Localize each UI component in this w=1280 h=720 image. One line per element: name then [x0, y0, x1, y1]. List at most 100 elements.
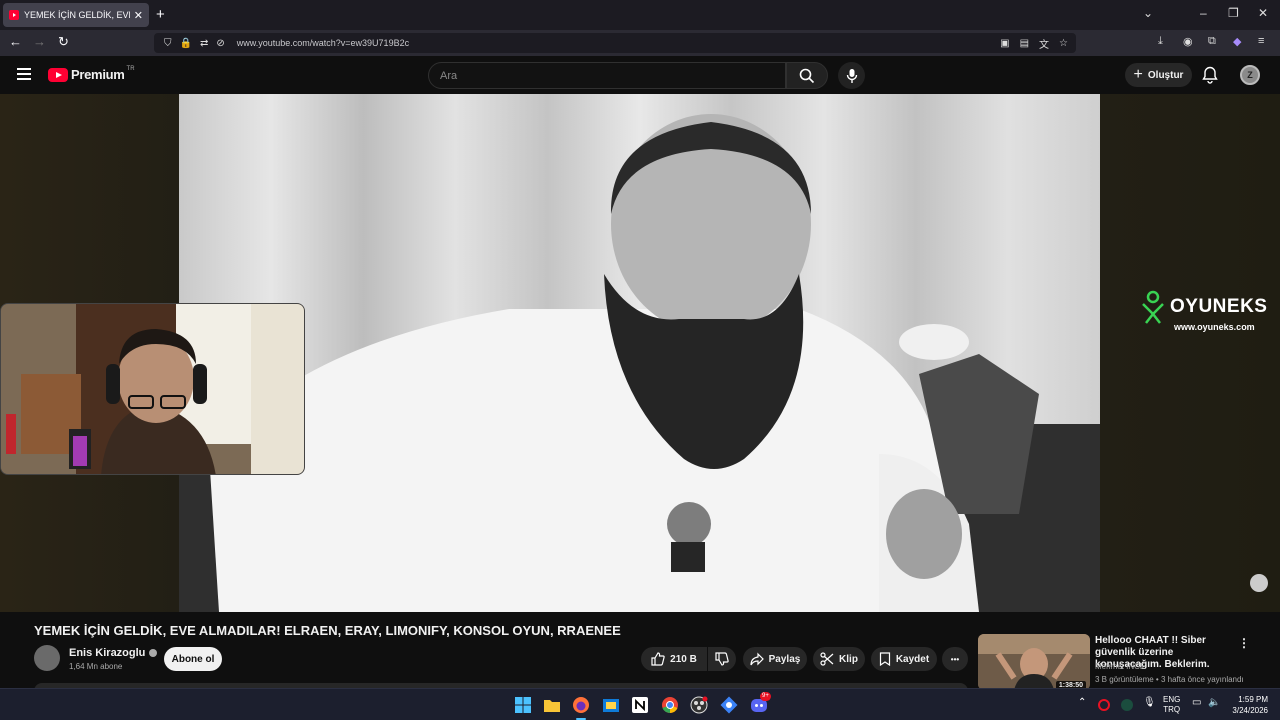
forward-arrow-icon[interactable]: → — [33, 34, 46, 49]
notion-icon[interactable] — [631, 696, 649, 714]
chrome-icon[interactable] — [661, 696, 679, 714]
tab-list-icon[interactable]: ⌄ — [1143, 6, 1153, 20]
recommendation-menu-icon[interactable]: ⋮ — [1238, 636, 1250, 650]
back-arrow-icon[interactable]: ← — [9, 34, 22, 49]
bookmark-icon — [879, 652, 890, 666]
browser-nav-bar: ← → ↻ ⛉ 🔒 ⇄ ⊘ www.youtube.com/watch?v=ew… — [0, 30, 1280, 56]
subscribe-button[interactable]: Abone ol — [164, 647, 222, 671]
more-actions-button[interactable]: ••• — [942, 647, 968, 671]
account-avatar[interactable]: Z — [1240, 65, 1260, 85]
lang-primary: ENG — [1163, 695, 1181, 704]
clock-date: 3/24/2026 — [1232, 706, 1268, 715]
notifications-bell-icon[interactable] — [1202, 66, 1218, 84]
create-button[interactable]: + Oluştur — [1125, 63, 1192, 87]
youtube-header: Premium TR Ara + Oluştur Z — [0, 56, 1280, 94]
region-code: TR — [126, 65, 135, 72]
tracking-off-icon[interactable]: ⊘ — [216, 38, 224, 49]
minimize-button[interactable]: – — [1200, 6, 1207, 20]
obs-icon[interactable] — [690, 696, 708, 714]
channel-name-row[interactable]: Enis Kirazoglu — [69, 647, 158, 659]
reload-icon[interactable]: ↻ — [58, 34, 69, 50]
firefox-icon[interactable] — [572, 696, 590, 714]
network-icon[interactable]: ▭ — [1192, 698, 1201, 708]
tab-close-icon[interactable]: ✕ — [134, 9, 143, 22]
recommendation-meta: 3 B görüntüleme • 3 hafta önce yayınland… — [1095, 675, 1244, 684]
recommendation-channel[interactable]: Mehmet INCE — [1095, 662, 1145, 671]
search-input[interactable]: Ara — [428, 62, 786, 89]
discord-badge: 9+ — [760, 692, 771, 701]
app-menu-icon[interactable]: ≡ — [1258, 35, 1264, 47]
volume-icon[interactable]: 🔈 — [1208, 698, 1220, 708]
translate-icon[interactable]: 文 — [1039, 36, 1049, 51]
share-button[interactable]: Paylaş — [743, 647, 807, 671]
search-icon — [799, 68, 815, 83]
like-button[interactable]: 210 B — [641, 647, 707, 671]
extension-gem-icon[interactable]: ◆ — [1233, 35, 1241, 48]
browser-tab-active[interactable]: YEMEK İÇİN GELDİK, EVE ALMADILAR! ✕ — [3, 3, 149, 27]
scissors-icon — [820, 652, 834, 666]
share-icon — [750, 652, 764, 666]
app-settings-icon[interactable] — [720, 696, 738, 714]
reader-view-icon[interactable]: ▤ — [1020, 38, 1029, 49]
permissions-icon[interactable]: ⇄ — [200, 38, 208, 49]
search-button[interactable] — [786, 62, 828, 89]
windows-taskbar: 9+ ⌃ 🎙 ENG TRQ ▭ 🔈 1:59 PM 3/24/2026 — [0, 688, 1280, 720]
share-label: Paylaş — [768, 653, 801, 665]
bookmark-star-icon[interactable]: ☆ — [1059, 38, 1068, 49]
tray-mic-icon[interactable]: 🎙 — [1143, 698, 1156, 708]
address-bar[interactable]: ⛉ 🔒 ⇄ ⊘ www.youtube.com/watch?v=ew39U719… — [154, 33, 1076, 53]
extensions-icon[interactable]: ⧉ — [1208, 35, 1216, 48]
plus-icon: + — [1133, 66, 1143, 83]
oyuneks-name: OYUNEKS — [1170, 296, 1268, 317]
oyuneks-logo-icon — [1142, 290, 1164, 324]
youtube-favicon-icon — [9, 10, 19, 20]
dislike-button[interactable] — [708, 647, 736, 671]
system-clock[interactable]: 1:59 PM 3/24/2026 — [1228, 694, 1268, 716]
tray-red-app-icon[interactable] — [1098, 699, 1110, 711]
thumbs-down-icon — [715, 652, 729, 666]
recommendation-thumbnail[interactable]: 1:38:50 — [978, 634, 1090, 690]
screenshot-icon[interactable]: ▣ — [1000, 38, 1009, 49]
account-icon[interactable]: ◉ — [1183, 35, 1193, 48]
close-window-button[interactable]: ✕ — [1258, 6, 1268, 20]
webcam-image — [1, 304, 304, 474]
voice-search-button[interactable] — [838, 62, 865, 89]
microphone-icon — [846, 68, 857, 83]
lang-secondary: TRQ — [1163, 705, 1181, 714]
windows-start-icon[interactable] — [514, 696, 532, 714]
youtube-premium-logo[interactable]: Premium TR — [48, 65, 135, 82]
video-player[interactable] — [179, 94, 1100, 612]
channel-avatar[interactable] — [34, 645, 60, 671]
tray-overflow-icon[interactable]: ⌃ — [1078, 698, 1086, 708]
language-indicator[interactable]: ENG TRQ — [1163, 695, 1180, 715]
channel-watermark-avatar[interactable] — [1250, 574, 1268, 592]
oyuneks-brand: OYUNEKS — [1140, 290, 1267, 324]
store-icon[interactable] — [602, 696, 620, 714]
search-placeholder: Ara — [440, 69, 458, 82]
verified-badge-icon — [149, 649, 158, 657]
tray-green-app-icon[interactable] — [1121, 699, 1133, 711]
oyuneks-watermark: OYUNEKS www.oyuneks.com — [1140, 290, 1267, 332]
file-explorer-icon[interactable] — [543, 696, 561, 714]
streamer-webcam-overlay — [0, 303, 305, 475]
lock-icon[interactable]: 🔒 — [180, 38, 192, 49]
restore-button[interactable]: ❐ — [1228, 6, 1239, 20]
subscriber-count: 1,64 Mn abone — [69, 662, 123, 671]
browser-tab-bar: YEMEK İÇİN GELDİK, EVE ALMADILAR! ✕ + ⌄ … — [0, 0, 1280, 30]
url-text[interactable]: www.youtube.com/watch?v=ew39U719B2c — [237, 38, 409, 48]
video-title: YEMEK İÇİN GELDİK, EVE ALMADILAR! ELRAEN… — [34, 623, 621, 638]
clip-button[interactable]: Klip — [813, 647, 865, 671]
tab-title: YEMEK İÇİN GELDİK, EVE ALMADILAR! — [24, 10, 130, 20]
video-frame-image — [179, 94, 1100, 612]
logo-text: Premium — [71, 67, 125, 82]
thumbs-up-icon — [651, 652, 665, 666]
save-label: Kaydet — [895, 653, 930, 665]
hamburger-menu-icon[interactable] — [17, 68, 31, 80]
save-button[interactable]: Kaydet — [871, 647, 937, 671]
clip-label: Klip — [839, 653, 858, 665]
like-count: 210 B — [670, 653, 697, 665]
channel-name[interactable]: Enis Kirazoglu — [69, 647, 145, 659]
downloads-icon[interactable]: ⤓ — [1158, 35, 1163, 48]
shield-icon[interactable]: ⛉ — [164, 38, 172, 49]
new-tab-button[interactable]: + — [156, 6, 165, 23]
